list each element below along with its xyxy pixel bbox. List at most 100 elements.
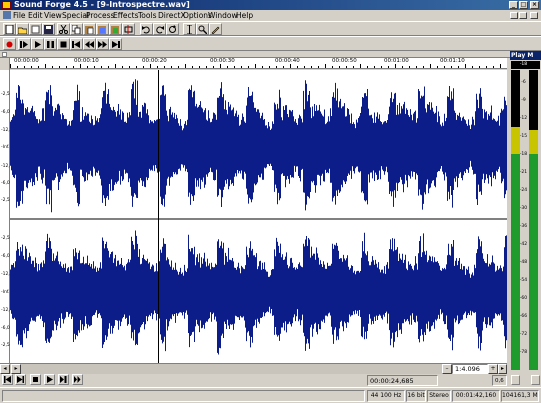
ruler-tick xyxy=(339,66,340,68)
ruler-tick xyxy=(199,66,200,68)
ruler-tick xyxy=(87,66,88,68)
ruler-tick xyxy=(115,64,116,68)
redo-icon[interactable] xyxy=(153,23,166,35)
pencil-tool-icon[interactable] xyxy=(209,23,222,35)
ruler-tick xyxy=(108,66,109,68)
meter-reset-button[interactable] xyxy=(511,375,520,385)
meter-options-button[interactable] xyxy=(531,375,540,385)
ruler-tick xyxy=(17,66,18,68)
mix-icon[interactable] xyxy=(109,23,122,35)
waveform-area[interactable] xyxy=(10,70,507,363)
ruler-label: 00:01:10 xyxy=(440,58,465,64)
loop-icon[interactable] xyxy=(72,374,83,385)
go-to-start-icon[interactable] xyxy=(70,38,83,50)
record-icon[interactable] xyxy=(3,38,16,50)
scroll-right-end-button[interactable]: ▸ xyxy=(498,364,507,374)
go-to-start-icon[interactable] xyxy=(2,374,13,385)
app-icon[interactable] xyxy=(2,1,11,9)
standard-toolbar xyxy=(0,21,541,36)
ruler-tick xyxy=(388,66,389,68)
menu-view[interactable]: View xyxy=(44,10,62,21)
rewind-icon[interactable] xyxy=(83,38,96,50)
ruler-tick xyxy=(31,66,32,68)
mdi-minimize-button[interactable] xyxy=(510,12,518,19)
ruler-label: 00:00:30 xyxy=(210,58,235,64)
mdi-restore-button[interactable] xyxy=(519,12,527,19)
menu-edit[interactable]: Edit xyxy=(28,10,43,21)
meter-scale-label: -15 xyxy=(519,134,528,139)
scroll-left-button[interactable]: ◂ xyxy=(0,364,10,374)
meter-footer xyxy=(510,374,541,387)
waveform-path xyxy=(10,79,507,213)
selection-marker[interactable] xyxy=(2,52,7,57)
document-icon[interactable] xyxy=(3,11,11,19)
time-ruler[interactable]: 00:00:00 00:00:10 00:00:20 00:00:30 00:0… xyxy=(10,58,507,69)
play-icon[interactable] xyxy=(44,374,55,385)
ruler-tick xyxy=(66,66,67,68)
open-icon[interactable] xyxy=(16,23,29,35)
ruler-tick xyxy=(206,66,207,68)
paste-special-icon[interactable] xyxy=(96,23,109,35)
mdi-close-button[interactable] xyxy=(530,12,538,19)
scale-label: -Inf. xyxy=(1,145,10,150)
meter-scale-label: -78 xyxy=(519,350,528,355)
meter-scale-label: -30 xyxy=(519,206,528,211)
scroll-right-button[interactable]: ▸ xyxy=(11,364,21,374)
menu-help[interactable]: Help xyxy=(236,10,253,21)
ruler-tick xyxy=(143,66,144,68)
zoom-out-button[interactable]: – xyxy=(442,364,452,374)
title-bar: Sound Forge 4.5 - [9-Introspectre.wav] _… xyxy=(0,0,541,10)
edit-tool-icon[interactable] xyxy=(183,23,196,35)
ruler-label: 00:00:40 xyxy=(275,58,300,64)
ruler-tick xyxy=(52,66,53,68)
close-button[interactable]: × xyxy=(530,1,539,9)
cursor-position-field[interactable]: 00:00:24,685 xyxy=(367,375,438,386)
ruler-tick xyxy=(444,66,445,68)
ruler-tick xyxy=(171,66,172,68)
trim-icon[interactable] xyxy=(122,23,135,35)
scale-label: -Inf. xyxy=(1,290,10,295)
stop-icon[interactable] xyxy=(57,38,70,50)
maximize-button[interactable]: □ xyxy=(519,1,528,9)
play-all-icon[interactable] xyxy=(18,38,31,50)
menu-tools[interactable]: Tools xyxy=(138,10,156,21)
menu-process[interactable]: Process xyxy=(86,10,114,21)
go-to-end-icon[interactable] xyxy=(15,374,26,385)
undo-icon[interactable] xyxy=(140,23,153,35)
zoom-ratio-field[interactable]: 1:4.096 xyxy=(452,364,488,374)
cut-icon[interactable] xyxy=(57,23,70,35)
ruler-tick xyxy=(150,64,151,68)
play-icon[interactable] xyxy=(31,38,44,50)
forward-icon[interactable] xyxy=(96,38,109,50)
minimize-button[interactable]: _ xyxy=(509,1,518,9)
menu-window[interactable]: Window xyxy=(208,10,238,21)
properties-icon[interactable] xyxy=(29,23,42,35)
mode-badge[interactable]: 0,6 xyxy=(492,375,507,386)
repeat-icon[interactable] xyxy=(166,23,179,35)
amplitude-scale: -2,5 -6,0 -12,0 -Inf. -12,0 -6,0 -2,5 -2… xyxy=(0,70,13,363)
play-all-icon[interactable] xyxy=(58,374,69,385)
horizontal-scrollbar[interactable]: ◂ ▸ – 1:4.096 + ▸ xyxy=(0,363,507,374)
copy-icon[interactable] xyxy=(70,23,83,35)
go-to-end-icon[interactable] xyxy=(109,38,122,50)
ruler-tick xyxy=(59,66,60,68)
ruler-tick xyxy=(472,66,473,68)
right-level-meter xyxy=(529,70,538,370)
stop-icon[interactable] xyxy=(30,374,41,385)
new-icon[interactable] xyxy=(3,23,16,35)
pause-icon[interactable] xyxy=(44,38,57,50)
waveform-canvas[interactable] xyxy=(10,70,507,363)
zoom-in-button[interactable]: + xyxy=(488,364,498,374)
menu-special[interactable]: Special xyxy=(62,10,89,21)
channels: Stereo xyxy=(427,390,451,402)
scroll-track[interactable] xyxy=(22,364,442,374)
ruler-tick xyxy=(479,66,480,68)
save-icon[interactable] xyxy=(42,23,55,35)
magnify-tool-icon[interactable] xyxy=(196,23,209,35)
paste-icon[interactable] xyxy=(83,23,96,35)
meter-scale-label: -54 xyxy=(519,278,528,283)
menu-file[interactable]: File xyxy=(13,10,26,21)
play-meter-title: Play M xyxy=(510,51,541,60)
menu-directx[interactable]: DirectX xyxy=(158,10,186,21)
menu-effects[interactable]: Effects xyxy=(113,10,139,21)
